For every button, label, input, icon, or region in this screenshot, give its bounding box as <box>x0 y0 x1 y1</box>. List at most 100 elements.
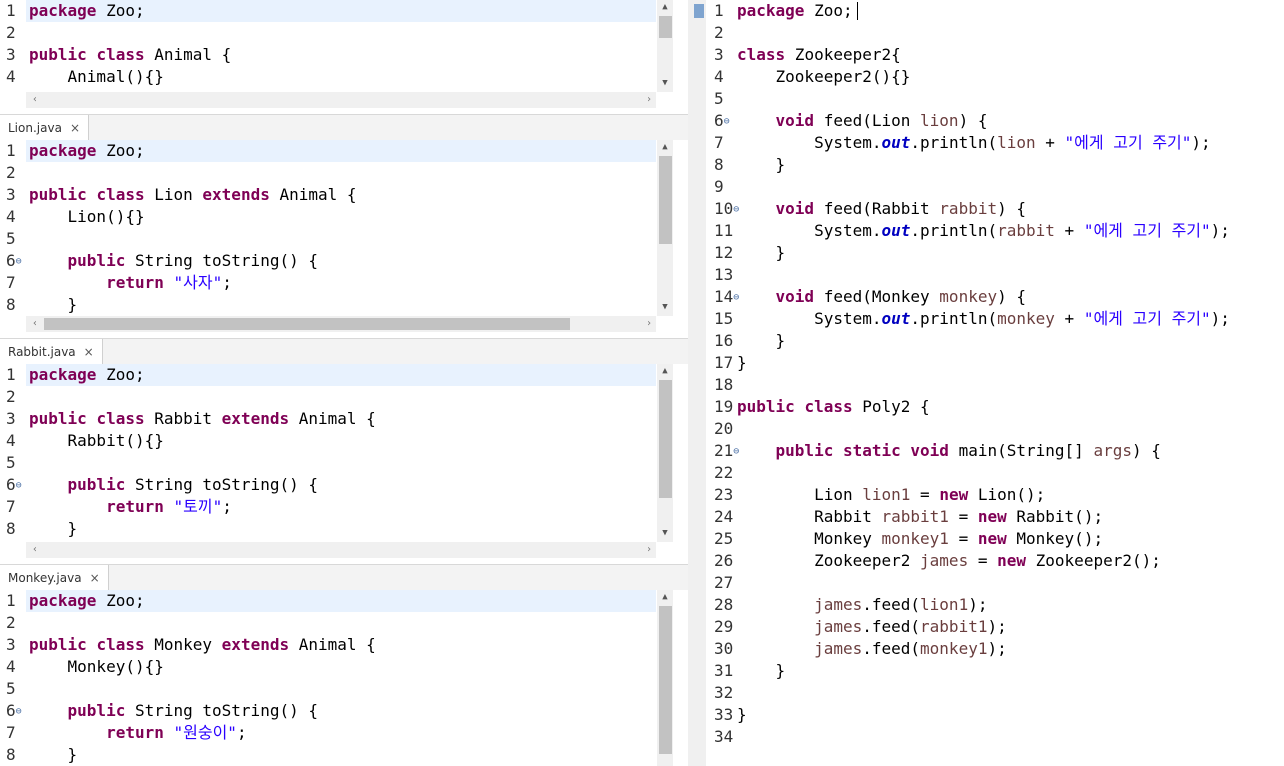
code-line[interactable]: 2 <box>708 22 1284 44</box>
scroll-thumb[interactable] <box>659 156 672 244</box>
scroll-right-icon[interactable]: › <box>642 317 656 331</box>
code-line[interactable]: 7 System.out.println(lion + "에게 고기 주기"); <box>708 132 1284 154</box>
close-icon[interactable]: × <box>70 121 80 135</box>
code-line[interactable]: 22 <box>708 462 1284 484</box>
code-line[interactable]: 25 Monkey monkey1 = new Monkey(); <box>708 528 1284 550</box>
editor-monkey[interactable]: 1 package Zoo; 2 3 public class Monkey exten… <box>0 590 688 766</box>
code-line[interactable]: 5 <box>708 88 1284 110</box>
code-line[interactable]: 15 System.out.println(monkey + "에게 고기 주기… <box>708 308 1284 330</box>
code-line[interactable]: 3 public class Rabbit extends Animal { <box>0 408 656 430</box>
code-line[interactable]: 2 <box>0 162 656 184</box>
code-line[interactable]: 27 <box>708 572 1284 594</box>
code-line[interactable]: 24 Rabbit rabbit1 = new Rabbit(); <box>708 506 1284 528</box>
code-line[interactable]: 10 ⊖ void feed(Rabbit rabbit) { <box>708 198 1284 220</box>
code-line[interactable]: 34 <box>708 726 1284 748</box>
code-line[interactable]: 1 package Zoo; <box>0 0 656 22</box>
scroll-left-icon[interactable]: ‹ <box>28 317 42 331</box>
code-line[interactable]: 30 james.feed(monkey1); <box>708 638 1284 660</box>
scroll-down-icon[interactable]: ▼ <box>657 300 673 314</box>
code-area[interactable]: 1 package Zoo; 2 3 public class Monkey exten… <box>0 590 656 766</box>
code-line[interactable]: 2 <box>0 386 656 408</box>
code-area[interactable]: 1 package Zoo; 2 3 public class Lion extends… <box>0 140 656 316</box>
code-line[interactable]: 6 ⊖ public String toString() { <box>0 700 656 722</box>
code-line[interactable]: 6 ⊖ void feed(Lion lion) { <box>708 110 1284 132</box>
code-line[interactable]: 2 <box>0 22 656 44</box>
code-area[interactable]: 1 package Zoo; 2 3 public class Animal {4 An… <box>0 0 656 92</box>
horizontal-scrollbar[interactable]: ‹ › <box>26 542 656 558</box>
code-line[interactable]: 26 Zookeeper2 james = new Zookeeper2(); <box>708 550 1284 572</box>
code-area[interactable]: 1 package Zoo; 2 3 public class Rabbit exten… <box>0 364 656 542</box>
scroll-up-icon[interactable]: ▲ <box>657 0 673 14</box>
scroll-down-icon[interactable]: ▼ <box>657 76 673 90</box>
code-area[interactable]: 1 package Zoo; 2 3 class Zookeeper2{4 Zookee… <box>708 0 1284 766</box>
code-line[interactable]: 18 <box>708 374 1284 396</box>
code-line[interactable]: 17} <box>708 352 1284 374</box>
code-line[interactable]: 4 Animal(){} <box>0 66 656 88</box>
code-line[interactable]: 29 james.feed(rabbit1); <box>708 616 1284 638</box>
code-line[interactable]: 33} <box>708 704 1284 726</box>
close-icon[interactable]: × <box>90 571 100 585</box>
code-line[interactable]: 23 Lion lion1 = new Lion(); <box>708 484 1284 506</box>
editor-rabbit[interactable]: 1 package Zoo; 2 3 public class Rabbit exten… <box>0 364 688 558</box>
fold-icon[interactable]: ⊖ <box>16 475 22 497</box>
vertical-scrollbar[interactable]: ▲ ▼ <box>657 364 673 542</box>
code-line[interactable]: 21 ⊖ public static void main(String[] arg… <box>708 440 1284 462</box>
code-line[interactable]: 11 System.out.println(rabbit + "에게 고기 주기… <box>708 220 1284 242</box>
scroll-up-icon[interactable]: ▲ <box>657 590 673 604</box>
code-line[interactable]: 8 } <box>0 294 656 316</box>
editor-animal[interactable]: 1 package Zoo; 2 3 public class Animal {4 An… <box>0 0 688 108</box>
fold-icon[interactable]: ⊖ <box>16 251 22 273</box>
horizontal-scrollbar[interactable]: ‹ › <box>26 316 656 332</box>
scroll-right-icon[interactable]: › <box>642 93 656 107</box>
editor-splitter[interactable] <box>688 0 706 766</box>
tab-monkey-java[interactable]: Monkey.java × <box>0 565 109 591</box>
horizontal-scrollbar[interactable]: ‹ › <box>26 92 656 108</box>
scroll-down-icon[interactable]: ▼ <box>657 526 673 540</box>
code-line[interactable]: 9 <box>708 176 1284 198</box>
close-icon[interactable]: × <box>84 345 94 359</box>
editor-lion[interactable]: 1 package Zoo; 2 3 public class Lion extends… <box>0 140 688 332</box>
code-line[interactable]: 8 } <box>0 744 656 766</box>
tab-lion-java[interactable]: Lion.java × <box>0 115 89 141</box>
code-line[interactable]: 3 public class Lion extends Animal { <box>0 184 656 206</box>
code-line[interactable]: 28 james.feed(lion1); <box>708 594 1284 616</box>
code-line[interactable]: 19 public class Poly2 { <box>708 396 1284 418</box>
code-line[interactable]: 16 } <box>708 330 1284 352</box>
scroll-left-icon[interactable]: ‹ <box>28 93 42 107</box>
scroll-up-icon[interactable]: ▲ <box>657 140 673 154</box>
tab-rabbit-java[interactable]: Rabbit.java × <box>0 339 103 365</box>
scroll-thumb[interactable] <box>659 606 672 754</box>
scroll-thumb[interactable] <box>44 318 570 330</box>
code-line[interactable]: 12 } <box>708 242 1284 264</box>
vertical-scrollbar[interactable]: ▲ ▼ <box>657 0 673 92</box>
code-line[interactable]: 5 <box>0 678 656 700</box>
code-line[interactable]: 3 class Zookeeper2{ <box>708 44 1284 66</box>
vertical-scrollbar[interactable]: ▲ ▼ <box>657 140 673 316</box>
code-line[interactable]: 7 return "사자"; <box>0 272 656 294</box>
editor-poly2[interactable]: 1 package Zoo; 2 3 class Zookeeper2{4 Zookee… <box>708 0 1284 766</box>
scroll-thumb[interactable] <box>659 380 672 498</box>
code-line[interactable]: 14 ⊖ void feed(Monkey monkey) { <box>708 286 1284 308</box>
scroll-right-icon[interactable]: › <box>642 543 656 557</box>
code-line[interactable]: 5 <box>0 228 656 250</box>
code-line[interactable]: 31 } <box>708 660 1284 682</box>
code-line[interactable]: 4 Lion(){} <box>0 206 656 228</box>
code-line[interactable]: 13 <box>708 264 1284 286</box>
code-line[interactable]: 6 ⊖ public String toString() { <box>0 474 656 496</box>
code-line[interactable]: 7 return "원숭이"; <box>0 722 656 744</box>
code-line[interactable]: 1 package Zoo; <box>0 364 656 386</box>
code-line[interactable]: 1 package Zoo; <box>0 590 656 612</box>
code-line[interactable]: 32 <box>708 682 1284 704</box>
code-line[interactable]: 1 package Zoo; <box>708 0 1284 22</box>
scroll-up-icon[interactable]: ▲ <box>657 364 673 378</box>
code-line[interactable]: 8 } <box>0 518 656 540</box>
fold-icon[interactable]: ⊖ <box>16 701 22 723</box>
code-line[interactable]: 7 return "토끼"; <box>0 496 656 518</box>
code-line[interactable]: 2 <box>0 612 656 634</box>
code-line[interactable]: 3 public class Monkey extends Animal { <box>0 634 656 656</box>
code-line[interactable]: 6 ⊖ public String toString() { <box>0 250 656 272</box>
fold-icon[interactable]: ⊖ <box>724 111 730 133</box>
code-line[interactable]: 20 <box>708 418 1284 440</box>
code-line[interactable]: 3 public class Animal { <box>0 44 656 66</box>
code-line[interactable]: 1 package Zoo; <box>0 140 656 162</box>
